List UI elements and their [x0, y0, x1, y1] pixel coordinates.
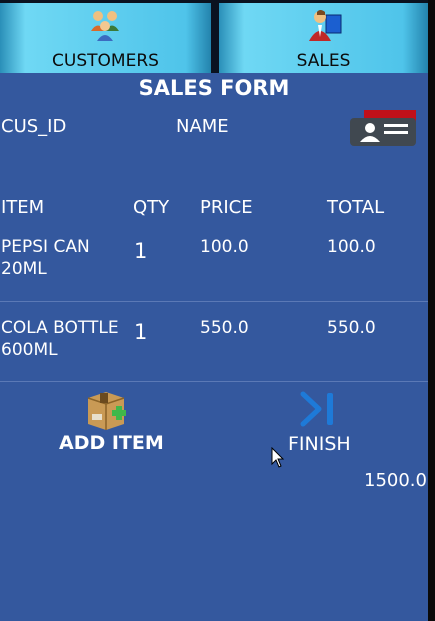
item-qty: 1 [134, 320, 148, 344]
column-header-item: ITEM [1, 197, 45, 218]
item-price: 100.0 [200, 237, 249, 257]
sales-person-icon [308, 10, 341, 41]
table-row[interactable]: COLA BOTTLE 600ML 1 550.0 550.0 [0, 317, 428, 397]
tab-customers[interactable]: CUSTOMERS [0, 3, 211, 73]
page-title: SALES FORM [138, 76, 290, 100]
item-name-line2: 600ML [1, 340, 58, 360]
table-row[interactable]: PEPSI CAN 20ML 1 100.0 100.0 [0, 236, 428, 316]
finish-button[interactable]: FINISH [288, 433, 351, 455]
tab-bar: CUSTOMERS SALES [0, 0, 428, 73]
add-item-button[interactable]: ADD ITEM [59, 432, 164, 454]
item-name-line2: 20ML [1, 259, 47, 279]
item-name: COLA BOTTLE 600ML [1, 317, 119, 361]
screen-edge [428, 0, 435, 621]
customers-icon [90, 11, 119, 41]
tab-customers-label: CUSTOMERS [52, 51, 159, 71]
column-header-qty: QTY [133, 197, 170, 218]
row-divider [0, 301, 428, 302]
cus-id-label[interactable]: CUS_ID [1, 116, 66, 137]
customer-card-icon[interactable] [350, 108, 420, 148]
name-label[interactable]: NAME [176, 116, 229, 137]
item-price: 550.0 [200, 318, 249, 338]
tab-sales-label: SALES [296, 51, 351, 71]
item-qty: 1 [134, 239, 148, 263]
item-total: 100.0 [327, 237, 376, 257]
item-name-line1: PEPSI CAN [1, 237, 90, 257]
column-header-price: PRICE [200, 197, 253, 218]
item-total: 550.0 [327, 318, 376, 338]
skip-end-icon[interactable] [299, 390, 339, 428]
mouse-pointer-icon [271, 447, 285, 468]
item-name-line1: COLA BOTTLE [1, 318, 119, 338]
column-header-total: TOTAL [327, 197, 385, 218]
box-add-icon[interactable] [86, 390, 128, 430]
grand-total: 1500.0 [364, 470, 427, 491]
item-name: PEPSI CAN 20ML [1, 236, 90, 280]
tab-sales[interactable]: SALES [219, 3, 428, 73]
row-divider [0, 381, 428, 382]
